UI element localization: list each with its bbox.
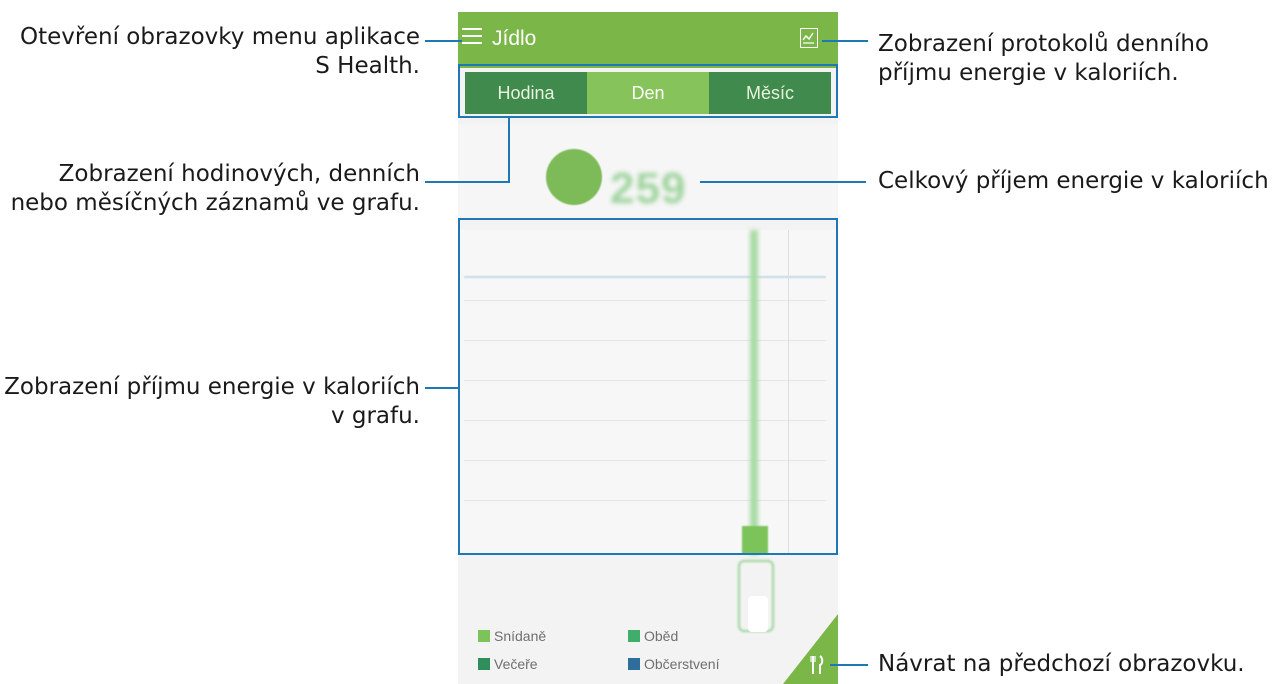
- annotation-graph: Zobrazení příjmu energie v kaloriích v g…: [0, 373, 420, 431]
- legend-label: Snídaně: [494, 628, 547, 644]
- leader-line-menu: [425, 40, 462, 42]
- hamburger-menu-icon[interactable]: [462, 28, 482, 46]
- graph-highlight-frame: [458, 218, 838, 555]
- leader-line-back: [830, 664, 868, 666]
- legend-swatch: [628, 658, 640, 670]
- legend-swatch: [478, 658, 490, 670]
- legend-item-breakfast: Snídaně: [478, 628, 546, 644]
- annotation-tabs-line1: Zobrazení hodinových, denních: [58, 161, 420, 187]
- leader-line-graph: [425, 387, 460, 389]
- annotation-graph-line1: Zobrazení příjmu energie v kaloriích: [4, 374, 420, 400]
- annotation-total: Celkový příjem energie v kaloriích: [878, 167, 1273, 196]
- app-title: Jídlo: [492, 27, 537, 50]
- annotation-menu-line1: Otevření obrazovky menu aplikace: [20, 24, 420, 50]
- chart-log-icon[interactable]: [800, 28, 818, 48]
- fork-knife-icon[interactable]: [810, 654, 824, 676]
- app-bar: Jídlo: [458, 12, 838, 68]
- legend-label: Večeře: [494, 656, 538, 672]
- legend-swatch: [628, 630, 640, 642]
- graph-x-axis: [458, 560, 838, 632]
- annotation-back: Návrat na předchozí obrazovku.: [878, 650, 1273, 679]
- annotation-menu-line2: S Health.: [315, 53, 420, 79]
- annotation-total-line1: Celkový příjem energie v kaloriích: [878, 168, 1269, 194]
- calorie-summary: 259: [458, 124, 838, 220]
- annotation-graph-line2: v grafu.: [330, 403, 420, 429]
- selected-day-handle[interactable]: [748, 596, 768, 632]
- annotation-menu: Otevření obrazovky menu aplikace S Healt…: [0, 23, 420, 81]
- annotation-back-line1: Návrat na předchozí obrazovku.: [878, 651, 1245, 677]
- summary-circle-icon: [546, 149, 602, 205]
- leader-line-tabs-vertical: [508, 118, 510, 183]
- leader-line-logs: [822, 40, 868, 42]
- legend-label: Oběd: [644, 628, 679, 644]
- tabs-highlight-frame: [458, 64, 838, 118]
- legend-item-lunch: Oběd: [628, 628, 678, 644]
- legend-item-dinner: Večeře: [478, 656, 538, 672]
- legend-swatch: [478, 630, 490, 642]
- leader-line-total: [700, 181, 866, 183]
- annotation-logs-line2: příjmu energie v kaloriích.: [878, 60, 1179, 86]
- leader-line-tabs: [425, 181, 510, 183]
- legend-item-snack: Občerstvení: [628, 656, 719, 672]
- legend-label: Občerstvení: [644, 656, 720, 672]
- total-calories-value: 259: [610, 164, 687, 213]
- annotation-tabs: Zobrazení hodinových, denních nebo měsíč…: [0, 160, 420, 218]
- annotation-tabs-line2: nebo měsíčných záznamů ve grafu.: [10, 190, 420, 216]
- annotation-logs: Zobrazení protokolů denního příjmu energ…: [878, 30, 1268, 88]
- annotation-logs-line1: Zobrazení protokolů denního: [878, 31, 1209, 57]
